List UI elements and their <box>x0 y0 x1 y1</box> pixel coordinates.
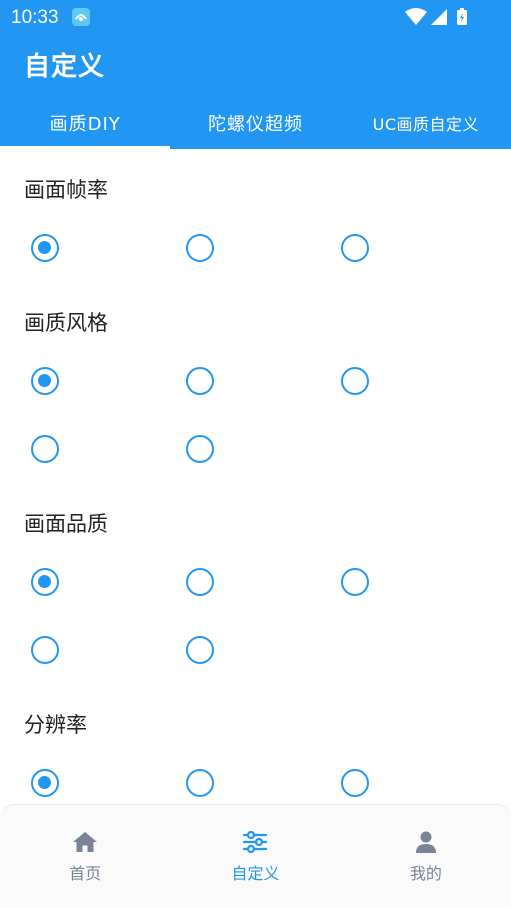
frame-rate-option-3-radio[interactable] <box>341 234 369 262</box>
section-title-picture-quality: 画面品质 <box>24 512 108 536</box>
wifi-icon <box>405 8 427 25</box>
bottom-navigation: 首页 自定义 我的 <box>0 804 511 908</box>
tab-quality-diy[interactable]: 画质DIY <box>0 96 171 149</box>
page-title: 自定义 <box>24 52 106 82</box>
nav-label-home: 首页 <box>69 864 102 883</box>
app-bar: 自定义 画质DIY 陀螺仪超频 UC画质自定义 <box>0 34 511 149</box>
status-bar: 10:33 <box>0 0 511 34</box>
person-icon <box>415 831 436 853</box>
section-title-resolution: 分辨率 <box>24 713 87 737</box>
status-time: 10:33 <box>11 7 59 28</box>
resolution-option-2-radio[interactable] <box>186 769 214 797</box>
section-title-frame-rate: 画面帧率 <box>24 178 108 202</box>
tab-bar: 画质DIY 陀螺仪超频 UC画质自定义 <box>0 96 511 149</box>
nav-item-custom[interactable]: 自定义 <box>170 805 340 908</box>
settings-content: 画面帧率 画质风格 画面品质 分辨率 <box>0 149 511 804</box>
status-icons <box>405 8 467 25</box>
nav-item-home[interactable]: 首页 <box>0 805 170 908</box>
quality-option-5-radio[interactable] <box>186 636 214 664</box>
home-icon <box>73 832 98 852</box>
frame-rate-option-1-radio[interactable] <box>31 234 59 262</box>
resolution-option-1-radio[interactable] <box>31 769 59 797</box>
quality-option-2-radio[interactable] <box>186 568 214 596</box>
quality-option-3-radio[interactable] <box>341 568 369 596</box>
nav-label-profile: 我的 <box>409 864 442 883</box>
style-option-5-radio[interactable] <box>186 435 214 463</box>
style-option-4-radio[interactable] <box>31 435 59 463</box>
quality-option-4-radio[interactable] <box>31 636 59 664</box>
section-title-quality-style: 画质风格 <box>24 311 108 335</box>
frame-rate-option-2-radio[interactable] <box>186 234 214 262</box>
tab-gyroscope-overclock[interactable]: 陀螺仪超频 <box>170 96 340 149</box>
style-option-2-radio[interactable] <box>186 367 214 395</box>
tab-uc-quality-custom[interactable]: UC画质自定义 <box>341 96 511 149</box>
sliders-icon <box>243 830 268 854</box>
quality-option-1-radio[interactable] <box>31 568 59 596</box>
app-notification-icon <box>72 8 90 26</box>
nav-label-custom: 自定义 <box>231 864 280 883</box>
signal-icon <box>431 9 447 25</box>
nav-item-profile[interactable]: 我的 <box>341 805 511 908</box>
style-option-1-radio[interactable] <box>31 367 59 395</box>
style-option-3-radio[interactable] <box>341 367 369 395</box>
resolution-option-3-radio[interactable] <box>341 769 369 797</box>
battery-icon <box>457 8 467 25</box>
